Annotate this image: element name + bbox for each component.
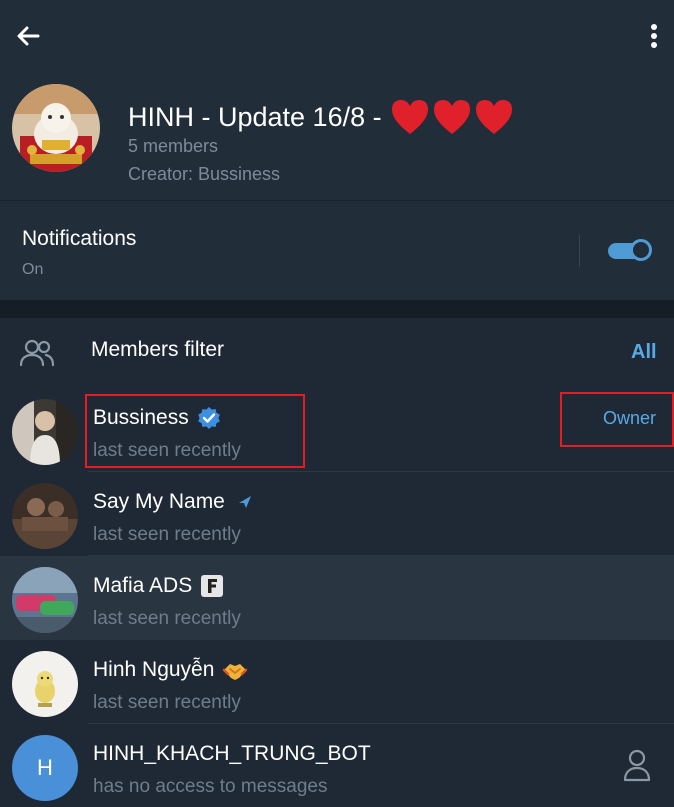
- badge: [222, 658, 248, 682]
- notifications-value: On: [22, 261, 44, 278]
- member-name-text: Mafia ADS: [93, 574, 193, 597]
- arrow-left-icon: [17, 26, 40, 46]
- people-icon: [20, 339, 54, 367]
- highlight-box-name: [85, 394, 305, 468]
- red-heart-icon: [391, 100, 428, 134]
- members-filter-value[interactable]: All: [631, 341, 657, 364]
- members-count: 5 members: [128, 136, 219, 156]
- creator-label: Creator: Bussiness: [128, 164, 281, 184]
- badge: [238, 496, 251, 508]
- notifications-row[interactable]: Notifications On: [0, 200, 674, 301]
- red-heart-icon: [475, 100, 512, 134]
- member-name: Mafia ADS: [93, 574, 224, 598]
- member-status: last seen recently: [93, 608, 241, 629]
- member-name: Say My Name: [93, 490, 251, 514]
- hearts-emoji: [390, 98, 514, 136]
- member-row-bot[interactable]: H HINH_KHACH_TRUNG_BOT has no access to …: [0, 724, 674, 807]
- members-filter-label: Members filter: [91, 338, 225, 361]
- badge: [200, 574, 224, 598]
- avatar-letter: H: [37, 755, 53, 780]
- notifications-label: Notifications: [22, 227, 137, 250]
- avatar: [12, 399, 78, 465]
- member-name: HINH_KHACH_TRUNG_BOT: [93, 742, 371, 766]
- section-gap: [0, 300, 674, 318]
- members-filter-row[interactable]: Members filter All: [0, 318, 674, 388]
- member-row-hinh-nguyen[interactable]: Hinh Nguyễn last seen recently: [0, 640, 674, 724]
- more-options-button[interactable]: [636, 16, 672, 56]
- more-vertical-icon: [651, 24, 657, 48]
- handshake-emoji-icon: [223, 664, 248, 680]
- divider: [579, 235, 580, 267]
- member-status: last seen recently: [93, 692, 241, 713]
- member-name-text: HINH_KHACH_TRUNG_BOT: [93, 742, 371, 765]
- red-heart-icon: [433, 100, 470, 134]
- group-title: HINH - Update 16/8 -: [128, 98, 514, 136]
- group-avatar[interactable]: [12, 84, 100, 172]
- group-title-text: HINH - Update 16/8 -: [128, 101, 382, 132]
- member-name-text: Hinh Nguyễn: [93, 658, 215, 681]
- member-status: has no access to messages: [93, 776, 328, 797]
- member-row-say-my-name[interactable]: Say My Name last seen recently: [0, 472, 674, 556]
- letter-f-icon: [201, 575, 224, 597]
- highlight-box-owner: [560, 392, 674, 447]
- member-row-mafia-ads[interactable]: Mafia ADS last seen recently: [0, 556, 674, 640]
- back-button[interactable]: [10, 18, 46, 54]
- person-icon[interactable]: [622, 748, 652, 782]
- toggle-knob: [630, 239, 652, 261]
- notifications-toggle[interactable]: [608, 239, 658, 263]
- avatar: [12, 651, 78, 717]
- member-name: Hinh Nguyễn: [93, 658, 248, 682]
- avatar: H: [12, 735, 78, 801]
- send-arrow-icon: [238, 496, 251, 508]
- avatar: [12, 483, 78, 549]
- avatar: [12, 567, 78, 633]
- chat-header: HINH - Update 16/8 - 5 members Creator: …: [0, 0, 674, 200]
- member-name-text: Say My Name: [93, 490, 225, 513]
- member-status: last seen recently: [93, 524, 241, 545]
